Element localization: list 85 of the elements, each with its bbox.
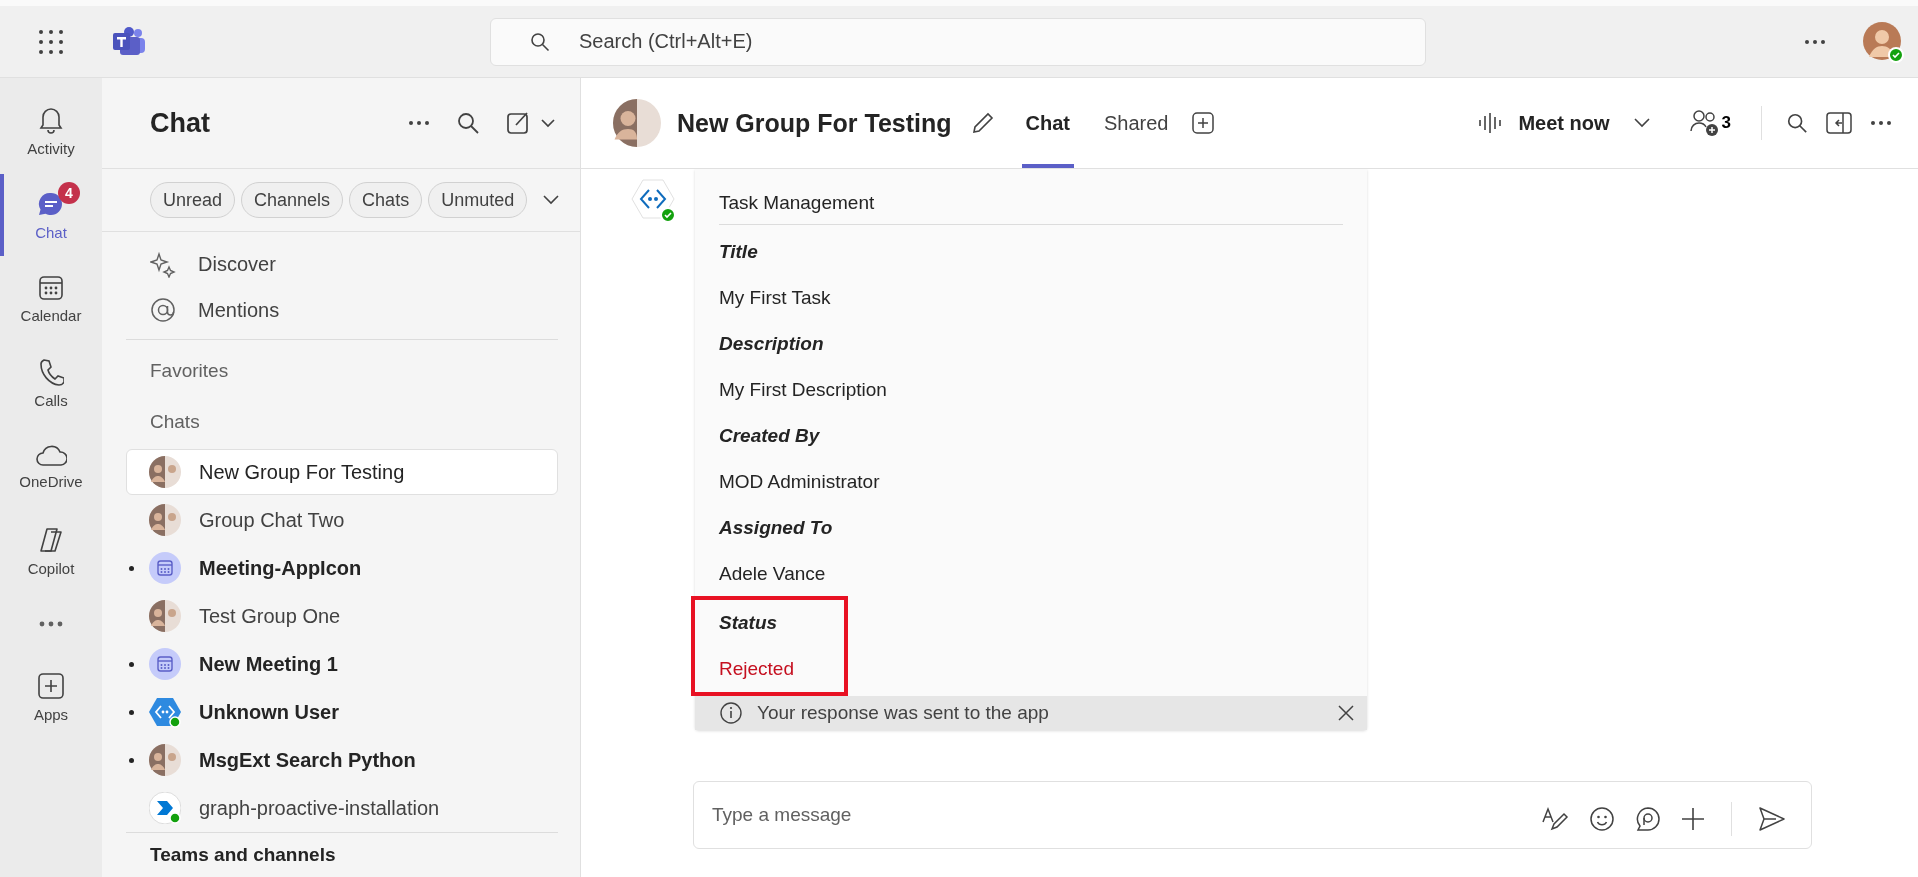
people-add-icon bbox=[1689, 109, 1720, 137]
field-label: Description bbox=[719, 332, 825, 356]
chat-list-item[interactable]: Test Group One bbox=[126, 593, 558, 639]
more-icon bbox=[39, 621, 63, 627]
panel-title: Chat bbox=[150, 107, 211, 139]
filter-chip[interactable]: Unmuted bbox=[428, 182, 528, 218]
profile-avatar-icon[interactable] bbox=[1862, 20, 1904, 63]
add-icon[interactable] bbox=[1681, 807, 1705, 831]
group-avatar-icon bbox=[149, 600, 181, 632]
filter-chip[interactable]: Unread bbox=[150, 182, 236, 218]
notice-text: Your response was sent to the app bbox=[757, 702, 1050, 724]
sparkle-icon bbox=[150, 251, 176, 278]
bell-icon bbox=[38, 105, 64, 134]
nav-link[interactable]: Discover bbox=[126, 242, 300, 288]
rail-tab[interactable]: OneDrive bbox=[0, 426, 98, 508]
group-avatar-icon bbox=[149, 456, 181, 488]
phone-icon bbox=[38, 357, 64, 386]
rail-tab[interactable]: Copilot bbox=[0, 510, 98, 592]
search-field[interactable]: Search (Ctrl+Alt+E) bbox=[490, 17, 1426, 66]
send-icon[interactable] bbox=[1758, 806, 1786, 832]
meet-now-button[interactable]: Meet now bbox=[1472, 110, 1616, 136]
app-avatar-icon bbox=[149, 792, 181, 824]
rail-tab[interactable]: Calendar bbox=[0, 258, 98, 340]
search-icon[interactable] bbox=[456, 111, 480, 135]
field-value: My First Description bbox=[719, 378, 887, 402]
chat-list-item[interactable]: MsgExt Search Python bbox=[126, 737, 558, 783]
field-value: Rejected bbox=[719, 657, 794, 681]
field-value: MOD Administrator bbox=[719, 470, 880, 494]
more-icon[interactable] bbox=[1804, 38, 1826, 45]
section-heading: Chats bbox=[149, 410, 200, 435]
side-panel-icon[interactable] bbox=[1826, 112, 1852, 134]
cloud-icon bbox=[35, 444, 67, 467]
filter-chip[interactable]: Channels bbox=[241, 182, 344, 218]
copilot-icon bbox=[37, 525, 65, 554]
loop-icon[interactable] bbox=[1635, 806, 1661, 832]
teams-logo-icon bbox=[112, 26, 146, 57]
group-avatar-icon bbox=[149, 504, 181, 536]
calendar-icon bbox=[38, 274, 64, 301]
chevron-down-icon[interactable] bbox=[1633, 118, 1650, 128]
at-sign-icon bbox=[150, 297, 176, 324]
info-icon bbox=[719, 701, 743, 725]
field-value: Adele Vance bbox=[719, 562, 827, 586]
more-icon[interactable] bbox=[408, 120, 430, 126]
calendar-avatar-icon bbox=[149, 648, 181, 680]
chevron-down-icon[interactable] bbox=[543, 195, 560, 205]
section-heading: Favorites bbox=[149, 359, 229, 384]
field-label: Title bbox=[719, 240, 759, 264]
chat-list-item[interactable]: Group Chat Two bbox=[126, 497, 558, 543]
calendar-avatar-icon bbox=[149, 552, 181, 584]
field-value: My First Task bbox=[719, 286, 831, 310]
format-icon[interactable] bbox=[1541, 806, 1569, 832]
nav-link[interactable]: Mentions bbox=[126, 287, 304, 333]
app-launcher-icon[interactable] bbox=[38, 28, 64, 55]
unread-count-badge: 4 bbox=[58, 181, 80, 204]
chat-list-item[interactable]: New Meeting 1 bbox=[126, 641, 558, 687]
chat-list-item[interactable]: graph-proactive-installation bbox=[126, 785, 558, 831]
add-tab-icon[interactable] bbox=[1190, 111, 1215, 135]
search-icon bbox=[530, 31, 550, 52]
code-hexagon-icon bbox=[149, 696, 181, 728]
more-icon[interactable] bbox=[1870, 120, 1892, 126]
compose-chevron-icon[interactable] bbox=[506, 110, 558, 136]
group-avatar-icon bbox=[149, 744, 181, 776]
rail-tab[interactable]: Activity bbox=[0, 90, 98, 172]
rail-tab[interactable]: Calls bbox=[0, 342, 98, 424]
participants-button[interactable]: 3 bbox=[1683, 108, 1737, 138]
chat-list-item[interactable]: New Group For Testing bbox=[126, 449, 558, 495]
card-title: Task Management bbox=[719, 169, 1343, 225]
chat-list-item[interactable]: Meeting-AppIcon bbox=[126, 545, 558, 591]
add-icon bbox=[37, 671, 65, 700]
code-hexagon-icon bbox=[631, 177, 677, 223]
close-icon[interactable] bbox=[1337, 704, 1355, 722]
field-label: Created By bbox=[719, 424, 821, 448]
rail-tab[interactable]: Apps bbox=[0, 656, 98, 738]
filter-chip[interactable]: Chats bbox=[349, 182, 423, 218]
search-icon[interactable] bbox=[1786, 112, 1808, 134]
conversation-title: New Group For Testing bbox=[677, 108, 952, 138]
field-label: Status bbox=[719, 611, 779, 635]
rail-tab[interactable]: 4 Chat bbox=[0, 174, 98, 256]
chat-list-item[interactable]: Unknown User bbox=[126, 689, 558, 735]
section-heading: Teams and channels bbox=[126, 832, 558, 877]
field-label: Assigned To bbox=[719, 516, 833, 540]
message-field[interactable]: Type a message bbox=[693, 781, 1812, 849]
conversation-tab[interactable]: Shared bbox=[1100, 78, 1173, 168]
emoji-icon[interactable] bbox=[1589, 806, 1615, 832]
group-avatar-icon bbox=[613, 99, 661, 147]
